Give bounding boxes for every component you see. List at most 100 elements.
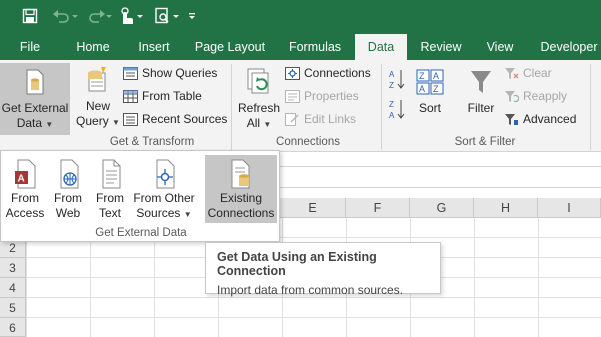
tab-data[interactable]: Data — [355, 34, 407, 60]
connections-button[interactable]: Connections — [285, 63, 371, 83]
group-label-get-transform: Get & Transform — [109, 136, 195, 148]
existing-connections-button[interactable]: Existing Connections — [205, 155, 277, 223]
show-queries-icon — [123, 66, 138, 80]
refresh-all-label: Refresh — [237, 101, 281, 115]
svg-text:Z: Z — [389, 100, 394, 109]
sort-dialog-icon: ZAAZ — [412, 63, 448, 101]
redo-icon[interactable] — [84, 6, 114, 26]
svg-text:Z: Z — [389, 81, 394, 90]
tab-review[interactable]: Review — [413, 34, 469, 60]
from-table-button[interactable]: From Table — [123, 86, 202, 106]
show-queries-label: Show Queries — [142, 66, 218, 80]
advanced-filter-icon — [504, 113, 519, 126]
from-text-button[interactable]: From Text — [91, 155, 129, 223]
from-other-sources-button[interactable]: From Other Sources ▼ — [131, 155, 197, 223]
column-header-g[interactable]: G — [410, 198, 474, 218]
connections-label: Connections — [304, 66, 371, 80]
tooltip-description: Import data from common sources. — [217, 283, 404, 297]
from-text-label-2: Text — [98, 206, 121, 220]
row-header-3[interactable]: 3 — [0, 258, 26, 278]
show-queries-button[interactable]: Show Queries — [123, 63, 217, 83]
from-access-button[interactable]: A From Access — [5, 155, 45, 223]
tooltip-title: Get Data Using an Existing Connection — [217, 250, 377, 278]
tab-page-layout[interactable]: Page Layout — [188, 34, 272, 60]
existing-connections-label-2: Connections — [207, 206, 275, 220]
edit-links-icon — [285, 112, 300, 126]
group-divider — [231, 64, 232, 150]
properties-button[interactable]: Properties — [285, 86, 359, 106]
advanced-button[interactable]: Advanced — [504, 109, 576, 129]
refresh-all-label-2: All — [246, 116, 261, 130]
chevron-down-icon: ▼ — [112, 118, 120, 127]
filter-icon — [462, 63, 500, 101]
clear-button[interactable]: Clear — [504, 63, 552, 83]
row-header-5[interactable]: 5 — [0, 298, 26, 318]
tab-home[interactable]: Home — [66, 34, 120, 60]
recent-sources-button[interactable]: Recent Sources — [123, 109, 227, 129]
save-icon[interactable] — [20, 6, 40, 26]
edit-links-label: Edit Links — [304, 112, 357, 126]
column-header-e[interactable]: E — [280, 198, 346, 218]
get-external-data-label: Get External — [1, 101, 69, 115]
get-external-data-label-2: Data — [16, 116, 43, 130]
from-access-label-2: Access — [5, 206, 45, 220]
from-access-label: From — [11, 191, 39, 205]
get-external-data-button[interactable]: Get External Data ▼ — [0, 63, 70, 135]
ribbon: Get External Data ▼ New Query ▼ Show Que… — [0, 60, 601, 152]
from-web-button[interactable]: From Web — [47, 155, 89, 223]
table-icon — [123, 89, 138, 103]
touch-mode-icon[interactable] — [116, 6, 146, 26]
tab-formulas[interactable]: Formulas — [280, 34, 350, 60]
sort-button[interactable]: ZAAZ Sort — [412, 63, 448, 135]
sort-label: Sort — [418, 101, 441, 115]
from-text-label: From — [96, 191, 124, 205]
tab-insert[interactable]: Insert — [126, 34, 182, 60]
tooltip: Get Data Using an Existing Connection Im… — [205, 242, 441, 297]
sort-a-to-z-button[interactable]: AZ — [386, 68, 408, 92]
connections-icon — [285, 66, 300, 80]
sort-ascending-icon: AZ — [389, 70, 405, 90]
formula-input[interactable] — [280, 166, 601, 188]
clear-label: Clear — [523, 66, 552, 80]
group-divider — [381, 64, 382, 150]
svg-text:A: A — [389, 111, 395, 120]
undo-icon[interactable] — [50, 6, 80, 26]
sort-descending-icon: ZA — [389, 100, 405, 120]
chevron-down-icon: ▼ — [45, 120, 54, 129]
customize-qat-icon[interactable] — [184, 6, 200, 26]
sort-z-to-a-button[interactable]: ZA — [386, 98, 408, 122]
chevron-down-icon: ▼ — [183, 210, 192, 219]
get-external-data-dropdown: A From Access From Web From Text From Ot… — [0, 150, 280, 242]
new-query-button[interactable]: New Query ▼ — [76, 63, 120, 135]
reapply-icon — [504, 90, 519, 103]
chevron-down-icon: ▼ — [263, 120, 272, 129]
clear-filter-icon — [504, 67, 519, 80]
column-header-h[interactable]: H — [474, 198, 538, 218]
edit-links-button[interactable]: Edit Links — [285, 109, 356, 129]
filter-button[interactable]: Filter — [462, 63, 500, 135]
tab-developer[interactable]: Developer — [533, 34, 601, 60]
print-preview-icon[interactable] — [152, 6, 182, 26]
svg-text:A: A — [433, 71, 439, 81]
recent-sources-label: Recent Sources — [142, 112, 228, 126]
group-label-sort-filter: Sort & Filter — [454, 136, 516, 148]
properties-icon — [285, 89, 300, 103]
column-header-i[interactable]: I — [538, 198, 601, 218]
refresh-icon — [236, 63, 282, 101]
new-query-icon — [76, 63, 120, 99]
reapply-button[interactable]: Reapply — [504, 86, 567, 106]
new-query-label-2: Query — [76, 114, 109, 128]
text-file-icon — [91, 157, 129, 191]
tab-view[interactable]: View — [474, 34, 526, 60]
row-header-4[interactable]: 4 — [0, 278, 26, 298]
svg-text:A: A — [18, 174, 25, 185]
row-header-6[interactable]: 6 — [0, 318, 26, 337]
tab-file[interactable]: File — [10, 34, 50, 60]
refresh-all-button[interactable]: Refresh All ▼ — [236, 63, 282, 135]
svg-text:Z: Z — [433, 84, 439, 94]
column-header-f[interactable]: F — [346, 198, 410, 218]
reapply-label: Reapply — [523, 89, 568, 103]
from-other-sources-label: From Other — [133, 191, 195, 205]
svg-text:A: A — [419, 84, 425, 94]
new-query-label: New — [85, 99, 110, 113]
